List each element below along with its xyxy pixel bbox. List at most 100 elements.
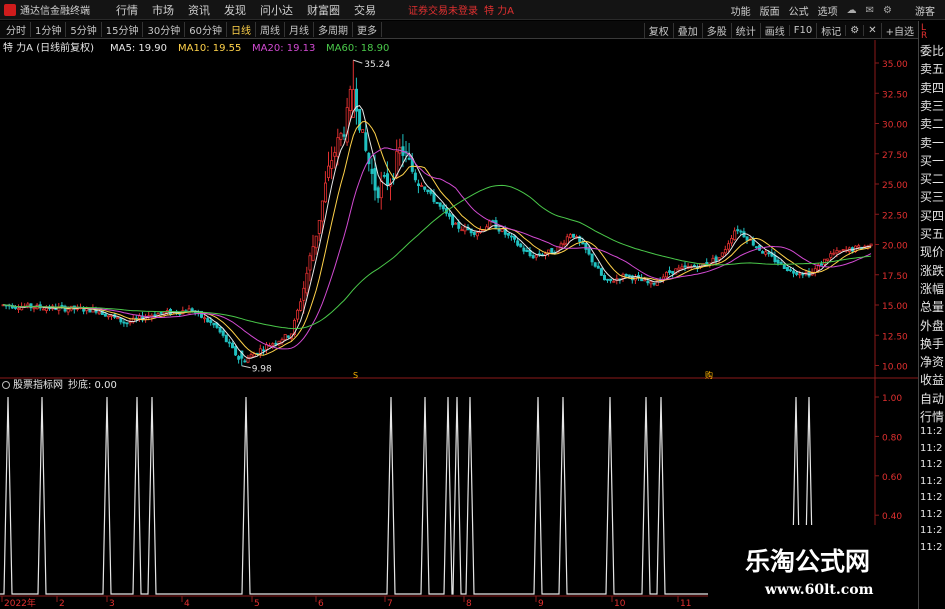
price-tick-label-10: 10.00 xyxy=(882,363,908,373)
link-layout[interactable]: 版面 xyxy=(760,3,780,18)
cloud-icon[interactable]: ☁ xyxy=(847,5,857,16)
menu-wealth[interactable]: 财富圈 xyxy=(307,2,340,18)
titlebar-right: 功能 版面 公式 选项 ☁ ✉ ⚙ 游客 xyxy=(731,0,945,20)
candle-body xyxy=(451,214,455,226)
quote-field-6: 买一 xyxy=(920,153,945,168)
candle-body xyxy=(13,307,17,309)
period-tab-8[interactable]: 月线 xyxy=(285,22,314,37)
mail-icon[interactable]: ✉ xyxy=(866,5,874,16)
candle-body xyxy=(785,266,789,272)
settings-icon[interactable]: ⚙ xyxy=(845,24,863,36)
period-tab-6[interactable]: 日线 xyxy=(227,22,256,37)
period-tab-5[interactable]: 60分钟 xyxy=(185,22,227,37)
period-tab-4[interactable]: 30分钟 xyxy=(143,22,186,37)
settings-icon[interactable]: ⚙ xyxy=(883,5,892,16)
candle-body xyxy=(66,308,70,313)
chart-area[interactable]: 特 力A (日线前复权) MA5: 19.90 MA10: 19.55 MA20: 1… xyxy=(0,40,918,609)
candle-body xyxy=(677,267,681,271)
add-watchlist-button[interactable]: +自选 xyxy=(880,22,918,38)
toolbar-button-1[interactable]: 叠加 xyxy=(672,22,702,38)
toolbar-button-3[interactable]: 统计 xyxy=(730,22,760,38)
candle-body xyxy=(447,213,451,217)
candle-body xyxy=(646,280,650,284)
link-function[interactable]: 功能 xyxy=(731,3,751,18)
candle-body xyxy=(209,320,213,323)
candle-body xyxy=(826,258,830,261)
candle-body xyxy=(739,230,743,233)
period-tab-9[interactable]: 多周期 xyxy=(314,22,353,37)
link-options[interactable]: 选项 xyxy=(818,3,838,18)
login-status[interactable]: 证券交易未登录 xyxy=(408,2,478,17)
candle-body xyxy=(41,308,45,311)
tick-time-5: 11:2 xyxy=(920,508,943,520)
candle-body xyxy=(460,229,464,232)
candle-body xyxy=(373,167,377,191)
period-tab-3[interactable]: 15分钟 xyxy=(102,22,144,37)
quote-field-20[interactable]: 行情 xyxy=(920,408,945,426)
candle-body xyxy=(107,315,111,318)
candle-body xyxy=(125,322,129,325)
menu-ask[interactable]: 问小达 xyxy=(260,2,293,18)
watermark-title: 乐淘公式网 xyxy=(745,547,871,576)
menu-market[interactable]: 市场 xyxy=(152,2,174,18)
ma-legend-3: MA60: 18.90 xyxy=(326,43,389,54)
candle-body xyxy=(671,270,675,274)
date-label-10: 11 xyxy=(680,599,691,609)
toolbar-button-6[interactable]: 标记 xyxy=(816,22,845,38)
candle-body xyxy=(751,239,755,246)
quote-field-19[interactable]: 自动 xyxy=(920,390,945,408)
candle-body xyxy=(336,137,340,157)
candle-body xyxy=(283,334,287,341)
candle-body xyxy=(385,173,389,186)
panel-toggle-r[interactable]: R xyxy=(921,31,927,41)
candle-body xyxy=(761,251,765,254)
date-label-4: 5 xyxy=(254,599,260,609)
candle-body xyxy=(587,248,591,255)
ind-tick-label-2: 0.60 xyxy=(882,473,902,483)
candle-body xyxy=(327,165,331,179)
toolbar-button-0[interactable]: 复权 xyxy=(643,22,673,38)
candle-body xyxy=(730,238,734,244)
ma-legend-1: MA10: 19.55 xyxy=(178,43,241,54)
candle-body xyxy=(745,236,749,241)
candle-body xyxy=(32,307,36,310)
period-tab-10[interactable]: 更多 xyxy=(353,22,382,37)
quote-field-15: 外盘 xyxy=(920,318,945,333)
close-icon[interactable]: ✕ xyxy=(863,24,880,36)
toolbar-button-2[interactable]: 多股 xyxy=(701,22,731,38)
candle-body xyxy=(736,229,740,232)
menu-trade[interactable]: 交易 xyxy=(354,2,376,18)
ind-tick-label-3: 0.40 xyxy=(882,512,902,522)
candle-body xyxy=(680,266,684,269)
toolbar-button-4[interactable]: 画线 xyxy=(759,22,789,38)
candle-body xyxy=(584,242,588,250)
period-tab-7[interactable]: 周线 xyxy=(256,22,285,37)
toolbar-button-5[interactable]: F10 xyxy=(788,24,816,36)
candle-body xyxy=(432,192,436,202)
candle-body xyxy=(286,335,290,338)
ind-tick-label-1: 0.80 xyxy=(882,433,902,443)
chart-toolbar: 分时 1分钟 5分钟 15分钟 30分钟 60分钟 日线 周线 月线 多周期 更多 复权 叠加 多股 统计… xyxy=(0,21,945,39)
kline-chart[interactable]: 特 力A (日线前复权) MA5: 19.90 MA10: 19.55 MA20: 1… xyxy=(0,40,918,609)
candle-body xyxy=(342,134,346,137)
guest-user[interactable]: 游客 xyxy=(915,3,935,18)
candle-body xyxy=(224,334,228,343)
candle-body xyxy=(776,259,780,264)
low-price-label: 9.98 xyxy=(252,365,272,375)
menu-news[interactable]: 资讯 xyxy=(188,2,210,18)
link-formula[interactable]: 公式 xyxy=(789,3,809,18)
candle-body xyxy=(720,252,724,257)
period-tab-1[interactable]: 1分钟 xyxy=(31,22,67,37)
menu-market-quotes[interactable]: 行情 xyxy=(116,2,138,18)
tick-time-2: 11:2 xyxy=(920,459,943,470)
period-tab-0[interactable]: 分时 xyxy=(2,22,31,37)
candle-body xyxy=(835,249,839,254)
price-tick-label-5: 22.50 xyxy=(882,211,908,221)
candle-body xyxy=(779,262,783,264)
period-tab-2[interactable]: 5分钟 xyxy=(66,22,102,37)
candle-body xyxy=(299,301,303,311)
menu-discover[interactable]: 发现 xyxy=(224,2,246,18)
candle-body xyxy=(116,316,120,320)
candle-body xyxy=(500,228,504,232)
candle-body xyxy=(525,249,529,252)
